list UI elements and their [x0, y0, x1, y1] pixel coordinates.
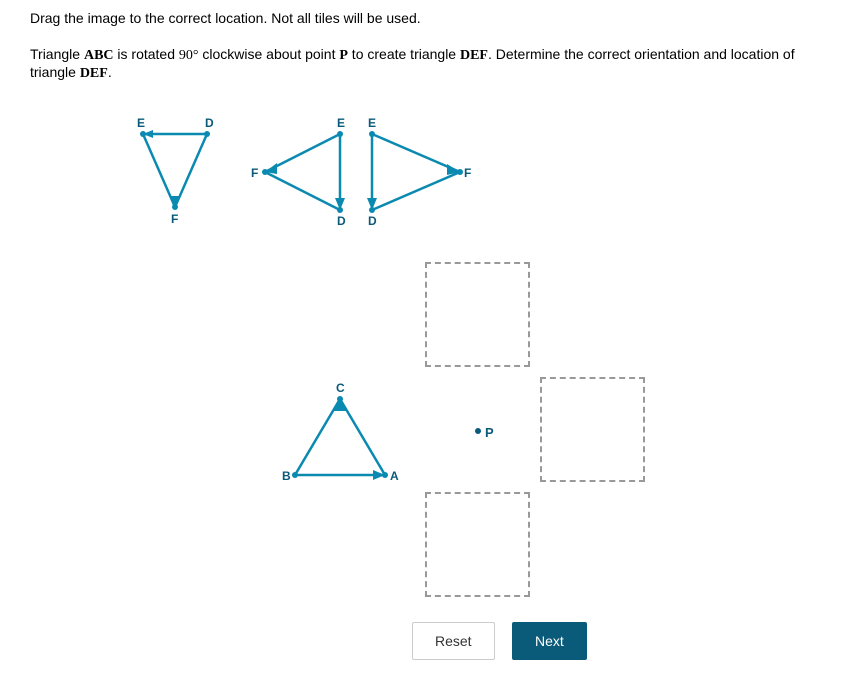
- vertex-dot: [204, 131, 210, 137]
- vertex-dot: [382, 472, 388, 478]
- vertex-dot: [369, 131, 375, 137]
- vertex-dot: [172, 204, 178, 210]
- tile-triangle-down[interactable]: E D F: [135, 122, 225, 227]
- point-p: P: [485, 425, 494, 440]
- vertex-dot: [369, 207, 375, 213]
- triangle-def1: DEF: [460, 48, 488, 63]
- drop-zone-right[interactable]: [540, 377, 645, 482]
- problem-text: Triangle ABC is rotated 90° clockwise ab…: [30, 46, 827, 82]
- next-button[interactable]: Next: [512, 622, 587, 660]
- vertex-dot: [337, 207, 343, 213]
- label-d: D: [368, 214, 377, 228]
- label-e: E: [337, 116, 345, 130]
- problem-mid1: is rotated: [114, 46, 179, 62]
- vertex-dot: [457, 169, 463, 175]
- tile-triangle-right[interactable]: E D F: [360, 122, 470, 227]
- vertex-dot: [140, 131, 146, 137]
- label-e: E: [137, 116, 145, 130]
- problem-prefix: Triangle: [30, 46, 84, 62]
- problem-suffix: .: [108, 64, 112, 80]
- drop-zone-top[interactable]: [425, 262, 530, 367]
- label-d: D: [337, 214, 346, 228]
- vertex-dot: [337, 396, 343, 402]
- label-f: F: [464, 166, 471, 180]
- interactive-canvas: E D F E F D E D F: [30, 112, 830, 662]
- reset-button[interactable]: Reset: [412, 622, 495, 660]
- label-c: C: [336, 381, 345, 395]
- label-a: A: [390, 469, 399, 483]
- problem-mid2: clockwise about point: [199, 46, 340, 62]
- label-b: B: [282, 469, 291, 483]
- point-p-text: P: [339, 48, 348, 63]
- label-e: E: [368, 116, 376, 130]
- instruction-text: Drag the image to the correct location. …: [30, 10, 827, 26]
- drop-zone-bottom[interactable]: [425, 492, 530, 597]
- vertex-dot: [292, 472, 298, 478]
- label-f: F: [251, 166, 258, 180]
- problem-mid3: to create triangle: [348, 46, 460, 62]
- angle-text: 90°: [179, 48, 199, 63]
- label-d: D: [205, 116, 214, 130]
- triangle-abc: ABC: [84, 48, 114, 63]
- label-f: F: [171, 212, 178, 226]
- triangle-abc: C B A: [280, 387, 400, 492]
- triangle-def2: DEF: [80, 66, 108, 81]
- vertex-dot: [337, 131, 343, 137]
- vertex-dot: [262, 169, 268, 175]
- tile-triangle-left[interactable]: E F D: [255, 122, 355, 227]
